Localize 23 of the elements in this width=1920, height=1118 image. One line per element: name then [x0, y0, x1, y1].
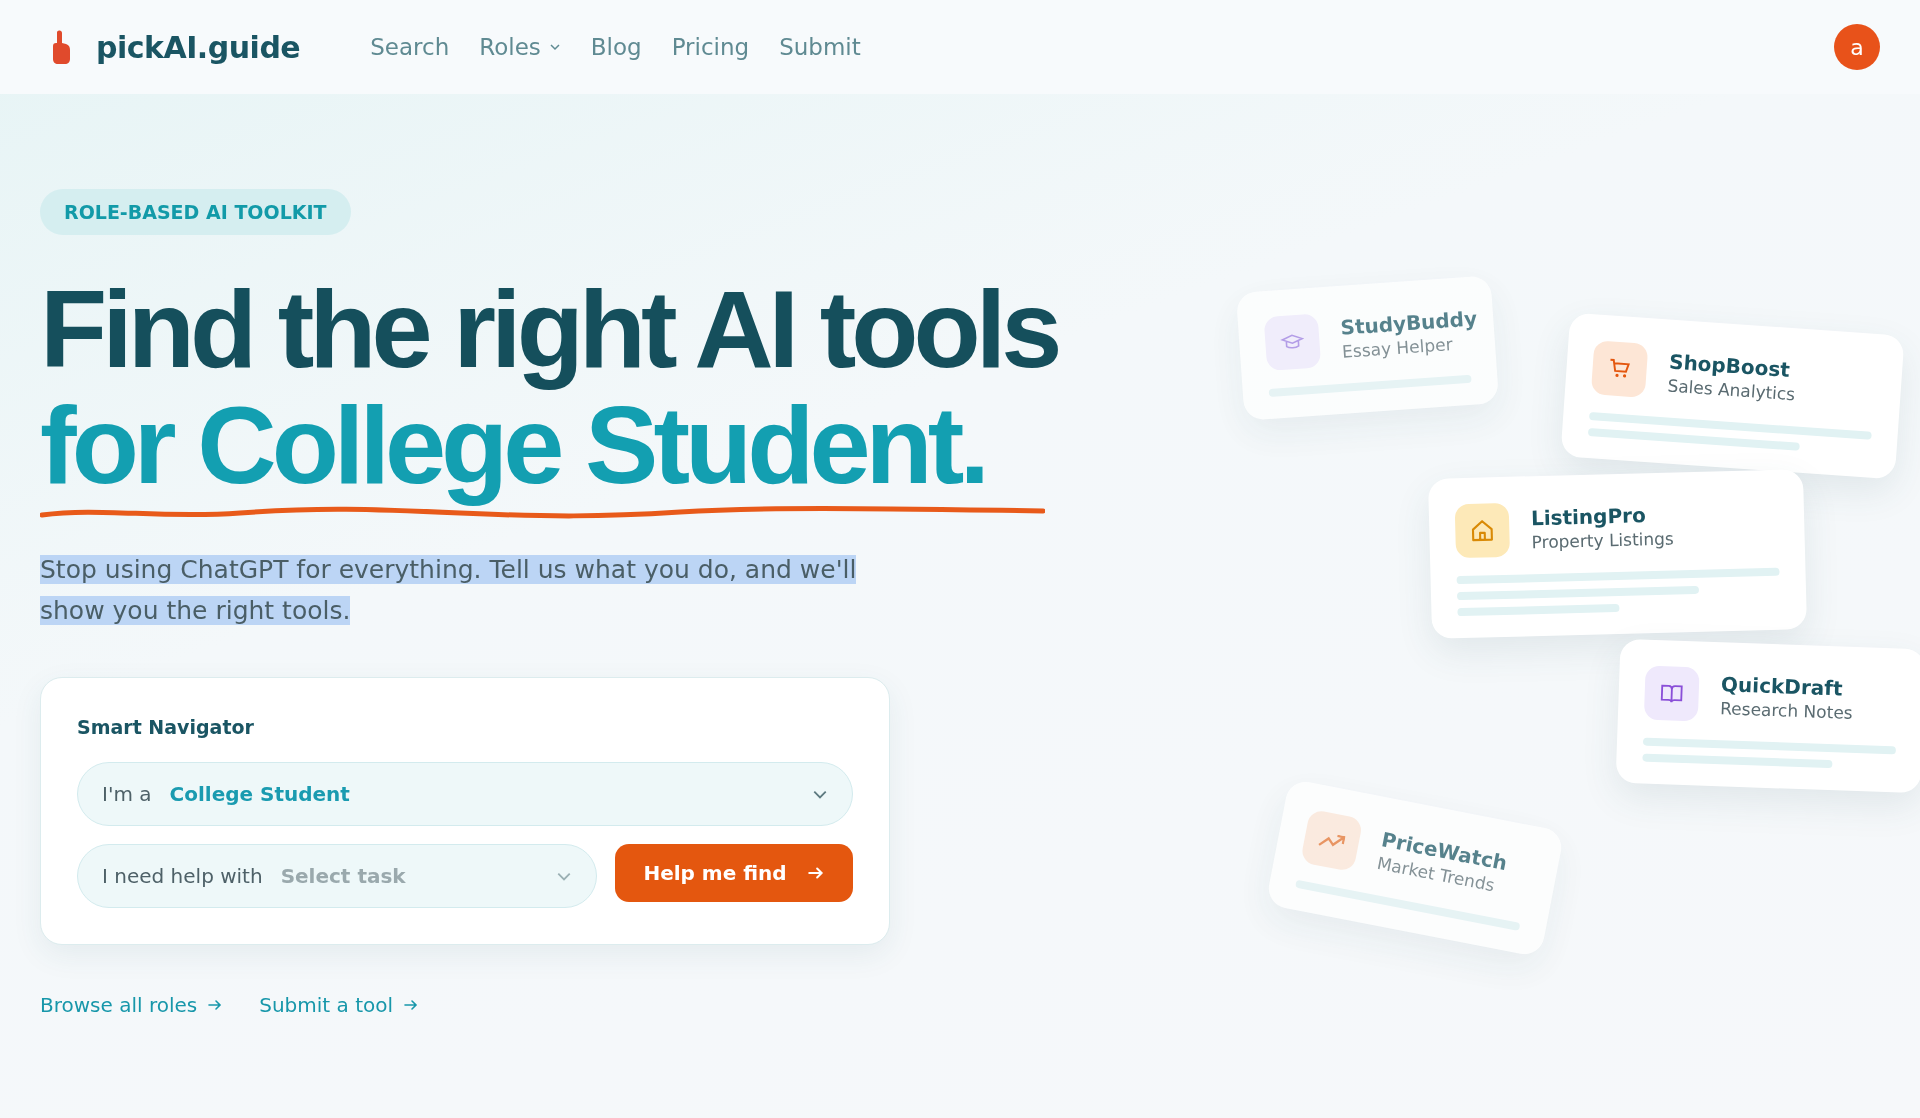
tool-category: Research Notes	[1719, 698, 1853, 723]
section-badge: ROLE-BASED AI TOOLKIT	[40, 189, 351, 235]
nav-link[interactable]: Submit	[779, 34, 861, 60]
tool-name: ListingPro	[1530, 502, 1648, 531]
role-select[interactable]: I'm a College Student	[77, 762, 853, 826]
nav-link[interactable]: Pricing	[671, 34, 750, 60]
arrow-right-icon	[207, 997, 224, 1013]
tool-name: QuickDraft	[1720, 672, 1844, 701]
site-logo[interactable]: pickAI.guide	[96, 29, 301, 65]
tool-category: Property Listings	[1531, 528, 1675, 553]
chevron-down-icon	[548, 41, 561, 53]
text-link[interactable]: Submit a tool	[259, 993, 419, 1017]
help-me-find-button[interactable]: Help me find	[615, 844, 853, 902]
user-avatar[interactable]: a	[1834, 24, 1880, 70]
nav-link[interactable]: Blog	[590, 34, 642, 60]
nav-link[interactable]: Roles	[479, 34, 561, 60]
intro-text: Stop using ChatGPT for everything. Tell us what you do, and we'll show you the right tools.	[40, 554, 858, 627]
text-link[interactable]: Browse all roles	[40, 993, 224, 1017]
arrow-right-icon	[403, 997, 419, 1013]
tool-name: StudyBuddy	[1339, 306, 1478, 340]
task-select[interactable]: I need help with Select task	[77, 844, 597, 908]
nav-link[interactable]: Search	[370, 34, 450, 60]
navigator-title: Smart Navigator	[77, 716, 255, 738]
